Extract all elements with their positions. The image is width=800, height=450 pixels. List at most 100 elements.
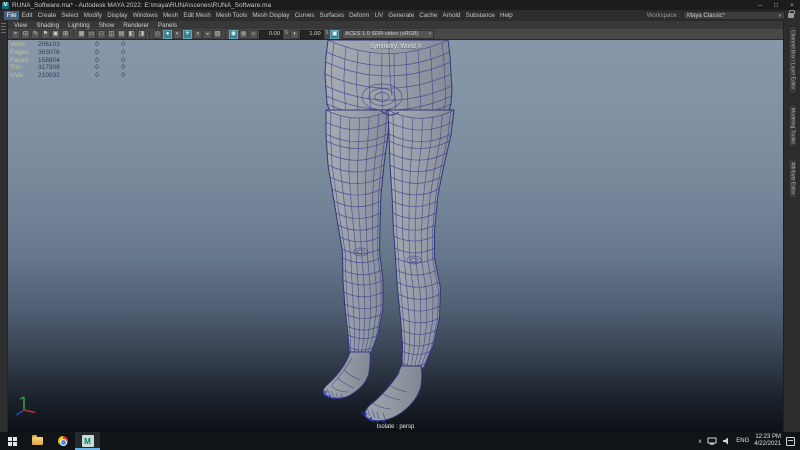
poly-count-row-uvs: UVs:21003200 — [10, 72, 136, 80]
maya-app-icon: M — [2, 2, 9, 9]
chrome-button[interactable] — [50, 432, 75, 450]
workspace-dropdown[interactable]: Maya Classic* ▾ — [683, 11, 785, 20]
panel-toolbar: ⌖⊡✎⚑▣⊞▦▭□◫▤◧◨◇●◐☀◑◒▨◉◍☼ 0.00 ⇅ ◑ 1.00 ⇅ … — [8, 29, 783, 40]
toolbar-separator — [149, 30, 150, 39]
side-tab-channel-box-layer-editor[interactable]: Channel Box / Layer Editor — [788, 26, 797, 94]
menu-item-edit[interactable]: Edit — [19, 11, 35, 20]
maya-window: M RUNA_Software.ma* - Autodesk MAYA 2022… — [0, 0, 800, 450]
resolution-gate-icon[interactable]: □ — [97, 30, 106, 39]
viewport-3d[interactable]: Verts:20610300Edges:36307600Faces:158804… — [8, 40, 783, 432]
camera-name-label: Isolate : persp — [8, 424, 783, 430]
two-d-pan-zoom-icon[interactable]: ⊞ — [61, 30, 70, 39]
lock-camera-icon[interactable]: ⊡ — [21, 30, 30, 39]
maya-taskbar-button[interactable]: M — [75, 432, 100, 450]
view-transform-value: ACES 1.0 SDR-video (sRGB) — [345, 31, 418, 37]
panel-menu-lighting[interactable]: Lighting — [68, 22, 90, 29]
shaded-display-icon[interactable]: ● — [163, 30, 172, 39]
menu-item-create[interactable]: Create — [35, 11, 59, 20]
menu-item-file[interactable]: File — [4, 11, 19, 20]
taskbar-clock[interactable]: 12:23 PM 4/22/2021 — [754, 434, 781, 448]
camera-attributes-icon[interactable]: ✎ — [31, 30, 40, 39]
menu-item-generate[interactable]: Generate — [386, 11, 417, 20]
menu-item-help[interactable]: Help — [497, 11, 515, 20]
film-gate-icon[interactable]: ▭ — [87, 30, 96, 39]
close-button[interactable]: × — [784, 0, 800, 10]
side-tab-modeling-toolkit[interactable]: Modeling Toolkit — [788, 104, 797, 148]
panel-menu-view[interactable]: View — [14, 22, 27, 29]
exposure-field[interactable]: 0.00 — [259, 30, 283, 39]
panel-menu-panels[interactable]: Panels — [158, 22, 177, 29]
color-managed-toggle-icon[interactable]: ▣ — [330, 30, 339, 39]
textured-display-icon[interactable]: ◐ — [173, 30, 182, 39]
gamma-stepper-icon[interactable]: ⇅ — [325, 31, 330, 37]
start-button[interactable] — [0, 432, 25, 450]
menu-item-modify[interactable]: Modify — [81, 11, 104, 20]
panel-menu-show[interactable]: Show — [99, 22, 114, 29]
poly-count-row-faces: Faces:15880400 — [10, 57, 136, 65]
menu-item-edit-mesh[interactable]: Edit Mesh — [181, 11, 214, 20]
menu-item-arnold[interactable]: Arnold — [440, 11, 463, 20]
gamma-icon[interactable]: ◑ — [290, 30, 299, 39]
menu-item-cache[interactable]: Cache — [417, 11, 440, 20]
menu-item-mesh-display[interactable]: Mesh Display — [250, 11, 292, 20]
menu-bar: FileEditCreateSelectModifyDisplayWindows… — [0, 10, 800, 21]
safe-action-icon[interactable]: ◧ — [127, 30, 136, 39]
menu-item-curves[interactable]: Curves — [292, 11, 317, 20]
menu-item-display[interactable]: Display — [105, 11, 130, 20]
use-all-lights-icon[interactable]: ☀ — [183, 30, 192, 39]
system-tray: ∧ ENG 12:23 PM 4/22/2021 — [698, 434, 800, 448]
file-explorer-button[interactable] — [25, 432, 50, 450]
menu-item-windows[interactable]: Windows — [130, 11, 160, 20]
network-icon[interactable] — [707, 437, 717, 445]
toolbar-separator — [225, 30, 226, 39]
view-transform-dropdown[interactable]: ACES 1.0 SDR-video (sRGB) ▾ — [342, 30, 434, 39]
menu-item-uv[interactable]: UV — [372, 11, 386, 20]
panel-menu-renderer[interactable]: Renderer — [123, 22, 149, 29]
speaker-icon[interactable] — [722, 437, 731, 445]
time-text: 12:23 PM — [755, 434, 781, 440]
side-tab-attribute-editor[interactable]: Attribute Editor — [788, 158, 797, 199]
menu-item-select[interactable]: Select — [59, 11, 81, 20]
x-ray-icon[interactable]: ◍ — [239, 30, 248, 39]
maya-icon: M — [82, 435, 94, 447]
panel-menu-bar: View Shading Lighting Show Renderer Panels — [8, 21, 783, 29]
lock-icon[interactable] — [788, 13, 794, 18]
menu-item-mesh[interactable]: Mesh — [160, 11, 180, 20]
exposure-icon[interactable]: ☼ — [249, 30, 258, 39]
gate-mask-icon[interactable]: ◫ — [107, 30, 116, 39]
bookmarks-icon[interactable]: ⚑ — [41, 30, 50, 39]
panel-menu-shading[interactable]: Shading — [36, 22, 59, 29]
gamma-field[interactable]: 1.00 — [300, 30, 324, 39]
menu-items: FileEditCreateSelectModifyDisplayWindows… — [4, 11, 515, 20]
poly-count-row-tris: Tris:31750800 — [10, 64, 136, 72]
toolbar-separator — [73, 30, 74, 39]
workspace-value: Maya Classic* — [687, 13, 725, 19]
language-indicator[interactable]: ENG — [736, 438, 749, 444]
workspace-selector: Workspace : Maya Classic* ▾ — [647, 11, 796, 20]
anti-aliasing-icon[interactable]: ▨ — [213, 30, 222, 39]
maximize-button[interactable]: □ — [768, 0, 784, 10]
panel-grip-icon[interactable] — [1, 23, 6, 34]
exposure-stepper-icon[interactable]: ⇅ — [284, 31, 289, 37]
menu-item-substance[interactable]: Substance — [463, 11, 497, 20]
screen-space-ao-icon[interactable]: ◒ — [203, 30, 212, 39]
menu-item-mesh-tools[interactable]: Mesh Tools — [213, 11, 249, 20]
shadows-icon[interactable]: ◑ — [193, 30, 202, 39]
notification-center-icon[interactable] — [786, 437, 795, 446]
grid-toggle-icon[interactable]: ▦ — [77, 30, 86, 39]
chevron-down-icon: ▾ — [429, 31, 432, 37]
toolbox-strip — [0, 21, 8, 432]
title-bar: M RUNA_Software.ma* - Autodesk MAYA 2022… — [0, 0, 800, 10]
menu-item-surfaces[interactable]: Surfaces — [317, 11, 347, 20]
menu-item-deform[interactable]: Deform — [347, 11, 372, 20]
date-text: 4/22/2021 — [754, 441, 781, 447]
minimize-button[interactable]: – — [752, 0, 768, 10]
folder-icon — [32, 437, 43, 445]
image-plane-icon[interactable]: ▣ — [51, 30, 60, 39]
safe-title-icon[interactable]: ◨ — [137, 30, 146, 39]
tray-expand-icon[interactable]: ∧ — [698, 438, 702, 445]
select-camera-icon[interactable]: ⌖ — [11, 30, 20, 39]
wireframe-display-icon[interactable]: ◇ — [153, 30, 162, 39]
field-chart-icon[interactable]: ▤ — [117, 30, 126, 39]
isolate-select-icon[interactable]: ◉ — [229, 30, 238, 39]
